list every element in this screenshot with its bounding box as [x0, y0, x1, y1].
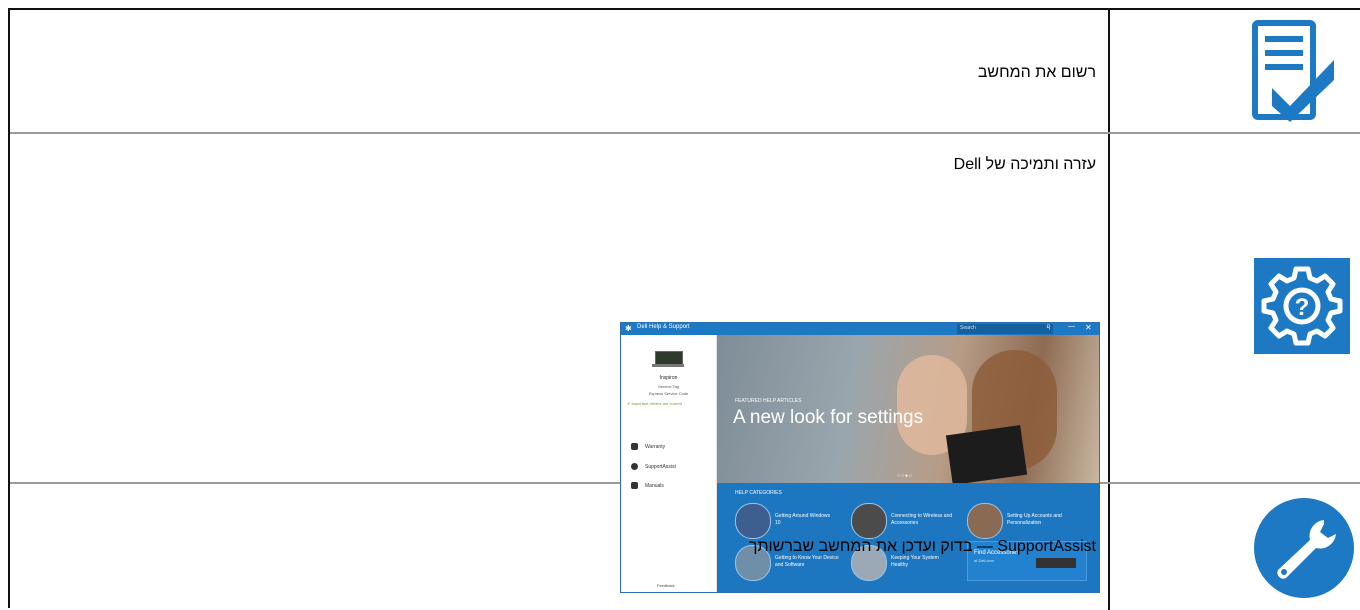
device-name: Inspiron [659, 375, 678, 381]
supportassist-icon [631, 463, 638, 470]
table-row: עזרה ותמיכה של Dell ✱ Dell Help & Suppor… [10, 134, 1360, 593]
search-icon: q [1046, 324, 1050, 330]
sidebar-link-supportassist: SupportAssist [645, 464, 676, 470]
icon-cell [1110, 10, 1360, 132]
row-text: רשום את המחשב [977, 64, 1096, 81]
table-row: רשום את המחשב [10, 10, 1360, 134]
featured-hero: FEATURED HELP ARTICLES A new look for se… [717, 335, 1099, 485]
search-placeholder: Search [960, 325, 976, 331]
row-text: SupportAssist — בדוק ועדכן את המחשב שברש… [748, 538, 1096, 555]
register-checklist-icon [1252, 20, 1334, 122]
hero-kicker: FEATURED HELP ARTICLES [735, 398, 802, 404]
search-box: Search q [957, 324, 1053, 334]
text-cell: עזרה ותמיכה של Dell ✱ Dell Help & Suppor… [10, 134, 1110, 593]
close-icon: ✕ [1085, 323, 1092, 332]
table-row: SupportAssist — בדוק ועדכן את המחשב שברש… [10, 484, 1360, 610]
help-gear-icon: ? [1254, 258, 1350, 354]
icon-cell [1110, 484, 1360, 610]
warranty-icon [631, 443, 638, 450]
text-cell: SupportAssist — בדוק ועדכן את המחשב שברש… [10, 484, 1110, 610]
drivers-status: ✔ Important drivers are current [627, 401, 682, 406]
icon-cell: ? [1110, 134, 1360, 482]
app-title: Dell Help & Support [637, 324, 690, 330]
minimize-icon: — [1068, 323, 1075, 330]
sidebar-link-warranty: Warranty [645, 444, 666, 450]
hero-title: A new look for settings [733, 407, 924, 428]
gear-icon: ✱ [625, 324, 632, 333]
service-tag: Service Tag [658, 384, 679, 389]
row-text: עזרה ותמיכה של Dell [953, 156, 1096, 173]
wrench-icon [1254, 498, 1354, 598]
app-titlebar: ✱ Dell Help & Support Search q — ✕ [621, 323, 1099, 335]
laptop-base [652, 364, 684, 367]
document-table: רשום את המחשב עזרה ותמיכה של Dell ✱ Dell… [8, 8, 1360, 610]
express-service-code: Express Service Code [648, 391, 689, 396]
laptop-image [655, 351, 683, 365]
svg-text:?: ? [1295, 294, 1310, 321]
carousel-dots: ○○●○ [897, 473, 914, 479]
text-cell: רשום את המחשב [10, 10, 1110, 132]
hero-photo-tablet [945, 425, 1028, 485]
